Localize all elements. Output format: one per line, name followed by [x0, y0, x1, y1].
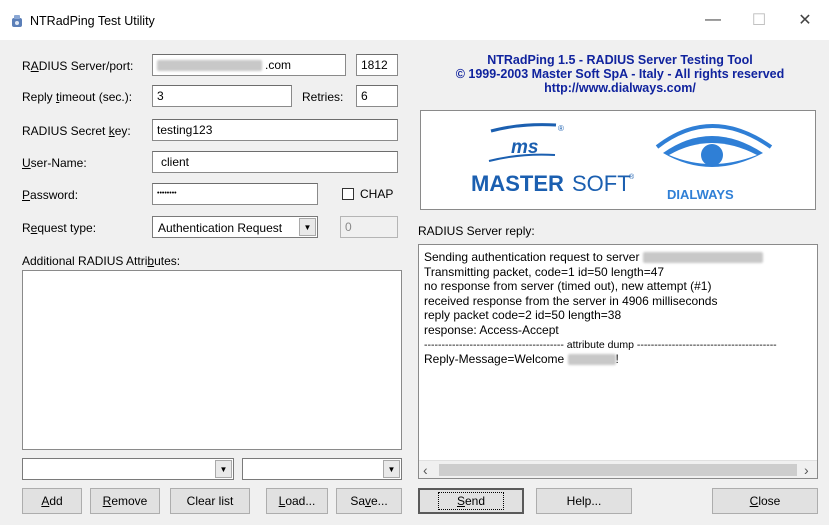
server-reply-label: RADIUS Server reply: — [418, 224, 535, 238]
attribute-value-select[interactable]: ▼ — [242, 458, 402, 480]
remove-button[interactable]: Remove — [90, 488, 160, 514]
reply-line: no response from server (timed out), new… — [424, 279, 712, 294]
chap-checkbox[interactable] — [342, 188, 354, 200]
reply-line: response: Access-Accept — [424, 322, 559, 337]
request-type-value: Authentication Request — [158, 221, 283, 235]
reply-line: received response from the server in 490… — [424, 293, 718, 308]
minimize-button[interactable]: — — [690, 0, 736, 40]
send-button[interactable]: Send — [418, 488, 524, 514]
redacted-username — [567, 354, 616, 366]
title-bar[interactable]: NTRadPing Test Utility — ☐ ✕ — [0, 0, 829, 40]
close-button[interactable]: Close — [712, 488, 818, 514]
maximize-button[interactable]: ☐ — [736, 0, 782, 40]
server-reply-output[interactable]: Sending authentication request to server… — [418, 244, 818, 479]
reply-line: ----------------------------------------… — [424, 338, 777, 351]
reply-line: Sending authentication request to server — [419, 250, 817, 265]
redacted-server — [642, 252, 763, 264]
retries-label: Retries: — [302, 90, 344, 104]
scrollbar-thumb[interactable] — [439, 464, 797, 476]
add-button[interactable]: Add — [22, 488, 82, 514]
header-title: NTRadPing 1.5 - RADIUS Server Testing To… — [487, 53, 753, 67]
username-label: User-Name: — [22, 156, 87, 170]
chevron-down-icon[interactable]: ▼ — [215, 460, 232, 478]
close-icon: ✕ — [798, 12, 812, 29]
scroll-right-icon[interactable]: › — [804, 462, 809, 478]
close-window-button[interactable]: ✕ — [782, 0, 828, 40]
reply-lines: Sending authentication request to server… — [419, 245, 817, 367]
header-copyright: © 1999-2003 Master Soft SpA - Italy - Al… — [455, 67, 785, 81]
request-type-select[interactable]: Authentication Request ▼ — [152, 216, 318, 238]
server-port-label: RADIUS Server/port: — [22, 59, 134, 73]
secret-key-input[interactable]: testing123 — [152, 119, 398, 141]
app-header: NTRadPing 1.5 - RADIUS Server Testing To… — [412, 53, 828, 95]
dialways-logo-text: DIALWAYS — [667, 187, 734, 202]
password-label: Password: — [22, 188, 79, 202]
timeout-input[interactable]: 3 — [152, 85, 292, 107]
maximize-icon: ☐ — [751, 12, 767, 29]
additional-attributes-label: Additional RADIUS Attributes: — [22, 254, 181, 268]
chap-label: CHAP — [360, 187, 394, 201]
minimize-icon: — — [705, 11, 721, 28]
reply-line: Transmitting packet, code=1 id=50 length… — [424, 264, 665, 279]
retries-input[interactable]: 6 — [356, 85, 398, 107]
chevron-down-icon[interactable]: ▼ — [299, 218, 316, 236]
scroll-left-icon[interactable]: ‹ — [423, 462, 428, 478]
request-number-input: 0 — [340, 216, 398, 238]
window-title: NTRadPing Test Utility — [30, 14, 155, 28]
port-input[interactable]: 1812 — [356, 54, 398, 76]
redacted-server-name — [157, 60, 262, 72]
attribute-name-select[interactable]: ▼ — [22, 458, 234, 480]
reply-line: reply packet code=2 id=50 length=38 — [424, 308, 622, 323]
horizontal-scrollbar[interactable]: ‹ › — [419, 460, 817, 478]
password-input[interactable]: •••••••• — [152, 183, 318, 205]
reply-timeout-label: Reply timeout (sec.): — [22, 90, 133, 104]
help-button[interactable]: Help... — [536, 488, 632, 514]
save-button[interactable]: Sa v e... — [336, 488, 402, 514]
request-type-label: Request type: — [22, 221, 97, 235]
server-input[interactable]: .com — [152, 54, 346, 76]
clear-list-button[interactable]: Clear list — [170, 488, 250, 514]
header-url[interactable]: http://www.dialways.com/ — [412, 81, 828, 95]
username-input[interactable]: client — [152, 151, 398, 173]
dialways-logo: DIALWAYS — [655, 124, 773, 202]
load-button[interactable]: Load... — [266, 488, 328, 514]
chevron-down-icon[interactable]: ▼ — [383, 460, 400, 478]
reply-line: Reply-Message=Welcome ! — [424, 352, 619, 367]
attributes-list[interactable] — [22, 270, 402, 450]
logo-panel: ® ms MASTER SOFT ® DIALWAYS — [420, 110, 816, 210]
app-icon — [12, 15, 22, 27]
secret-key-label: RADIUS Secret key: — [22, 124, 131, 138]
